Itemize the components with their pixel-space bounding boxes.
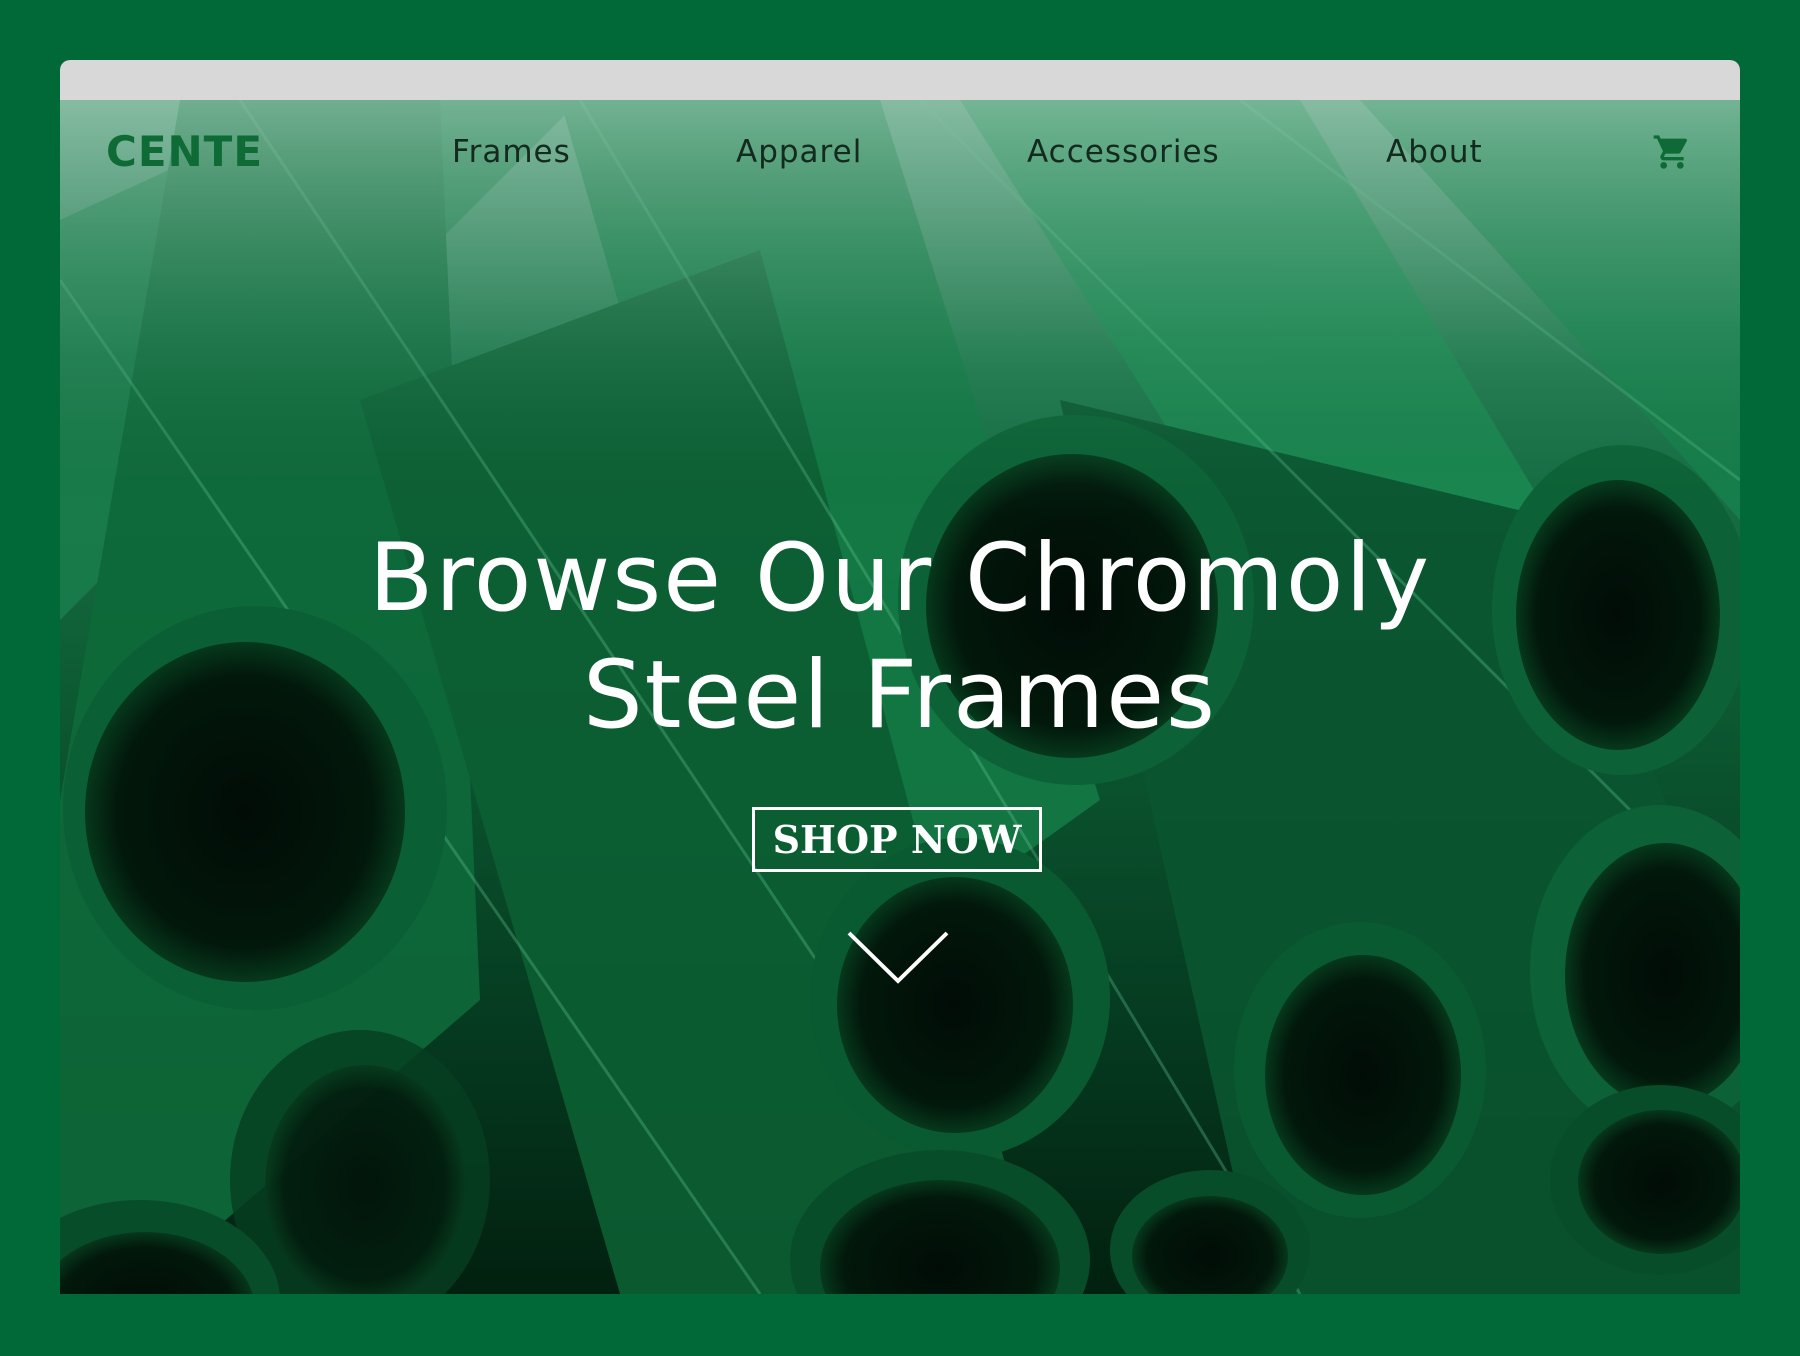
nav-item-apparel[interactable]: Apparel	[736, 130, 862, 174]
chevron-down-icon[interactable]	[846, 930, 950, 986]
browser-title-bar	[60, 60, 1740, 100]
brand-logo-text: CENTE	[106, 127, 264, 176]
brand-logo[interactable]: CENTE	[106, 130, 263, 174]
top-navigation: CENTE Frames Apparel Accessories About	[60, 100, 1740, 205]
hero-headline-line-1: Browse Our Chromoly	[368, 524, 1432, 633]
hero-section: CENTE Frames Apparel Accessories About B…	[60, 100, 1740, 1294]
browser-window: CENTE Frames Apparel Accessories About B…	[60, 60, 1740, 1294]
cart-icon[interactable]	[1652, 132, 1692, 172]
shop-now-button[interactable]: SHOP NOW	[752, 807, 1042, 872]
nav-item-frames[interactable]: Frames	[452, 130, 571, 174]
hero-headline: Browse Our Chromoly Steel Frames	[60, 520, 1740, 754]
hero-headline-line-2: Steel Frames	[582, 641, 1218, 750]
nav-item-about[interactable]: About	[1386, 130, 1483, 174]
nav-item-accessories[interactable]: Accessories	[1027, 130, 1220, 174]
